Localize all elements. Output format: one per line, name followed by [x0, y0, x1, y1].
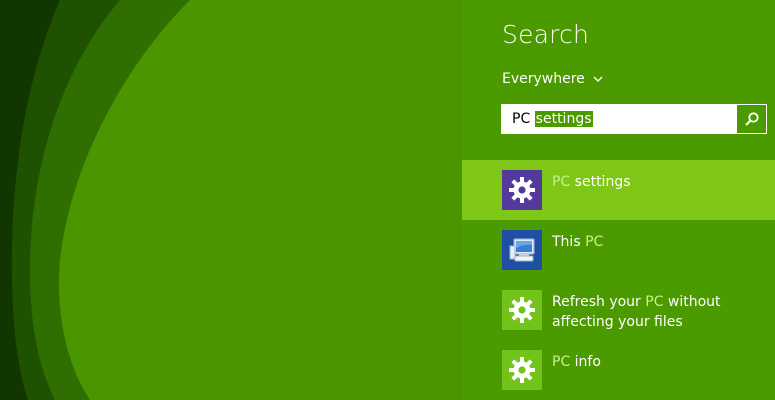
search-result-item[interactable]: PC info — [462, 340, 775, 400]
computer-icon — [502, 230, 542, 270]
desktop-background — [0, 0, 462, 400]
query-autocomplete-text: settings — [534, 111, 593, 127]
gear-icon — [502, 350, 542, 390]
search-result-item[interactable]: Refresh your PC without affecting your f… — [462, 280, 775, 340]
gear-icon — [502, 170, 542, 210]
search-result-item[interactable]: PC settings — [462, 160, 775, 220]
chevron-down-icon — [593, 76, 603, 82]
query-match-highlight: PC — [645, 294, 664, 310]
query-match-highlight: PC — [585, 234, 604, 250]
result-label: PC settings — [552, 174, 631, 190]
result-label: PC info — [552, 354, 601, 370]
search-query: PC settings — [512, 111, 593, 127]
scope-label: Everywhere — [502, 71, 585, 87]
search-input[interactable]: PC settings — [501, 104, 767, 134]
magnifier-icon — [744, 112, 759, 126]
result-label: This PC — [552, 234, 604, 250]
pane-title: Search — [502, 20, 590, 49]
search-result-item[interactable]: This PC — [462, 220, 775, 280]
query-typed-text: PC — [512, 111, 531, 127]
query-match-highlight: PC — [552, 354, 571, 370]
search-charm-pane: Search Everywhere PC settings PC setting… — [462, 0, 775, 400]
search-scope-dropdown[interactable]: Everywhere — [502, 71, 603, 87]
gear-icon — [502, 290, 542, 330]
query-match-highlight: PC — [552, 174, 571, 190]
result-label: Refresh your PC without affecting your f… — [552, 294, 721, 330]
search-button[interactable] — [737, 105, 766, 133]
